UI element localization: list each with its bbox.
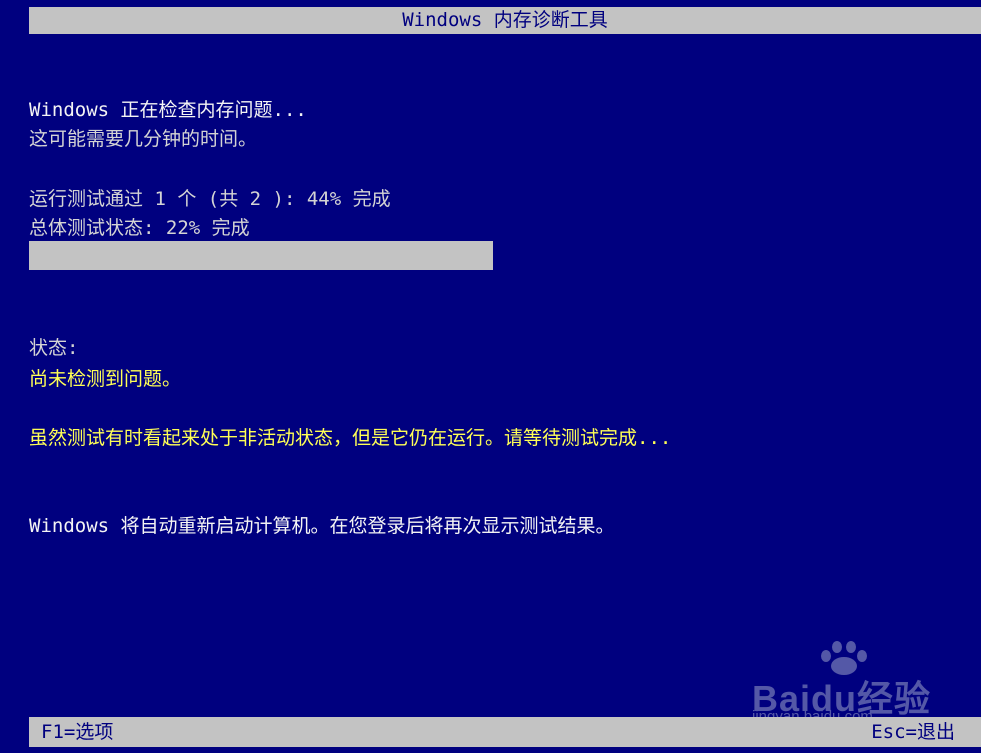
status-note: 虽然测试有时看起来处于非活动状态，但是它仍在运行。请等待测试完成...	[29, 427, 672, 449]
footer-bar: F1=选项 Esc=退出	[29, 717, 981, 747]
options-key-hint[interactable]: F1=选项	[41, 717, 113, 747]
exit-key-hint[interactable]: Esc=退出	[871, 717, 955, 747]
status-label: 状态:	[29, 337, 79, 359]
progress-fill	[29, 241, 132, 270]
duration-note: 这可能需要几分钟的时间。	[29, 128, 258, 150]
restart-notice: Windows 将自动重新启动计算机。在您登录后将再次显示测试结果。	[29, 515, 615, 537]
window-title: Windows 内存诊断工具	[402, 9, 608, 31]
status-message: 尚未检测到问题。	[29, 368, 182, 390]
overall-progress-bar	[29, 241, 493, 270]
baidu-watermark: Baidu经验 jingyan.baidu.com	[752, 640, 932, 725]
pass-progress-text: 运行测试通过 1 个 (共 2 ): 44% 完成	[29, 188, 391, 210]
overall-progress-text: 总体测试状态: 22% 完成	[29, 217, 250, 239]
window-title-bar: Windows 内存诊断工具	[29, 7, 981, 34]
checking-message: Windows 正在检查内存问题...	[29, 99, 307, 121]
